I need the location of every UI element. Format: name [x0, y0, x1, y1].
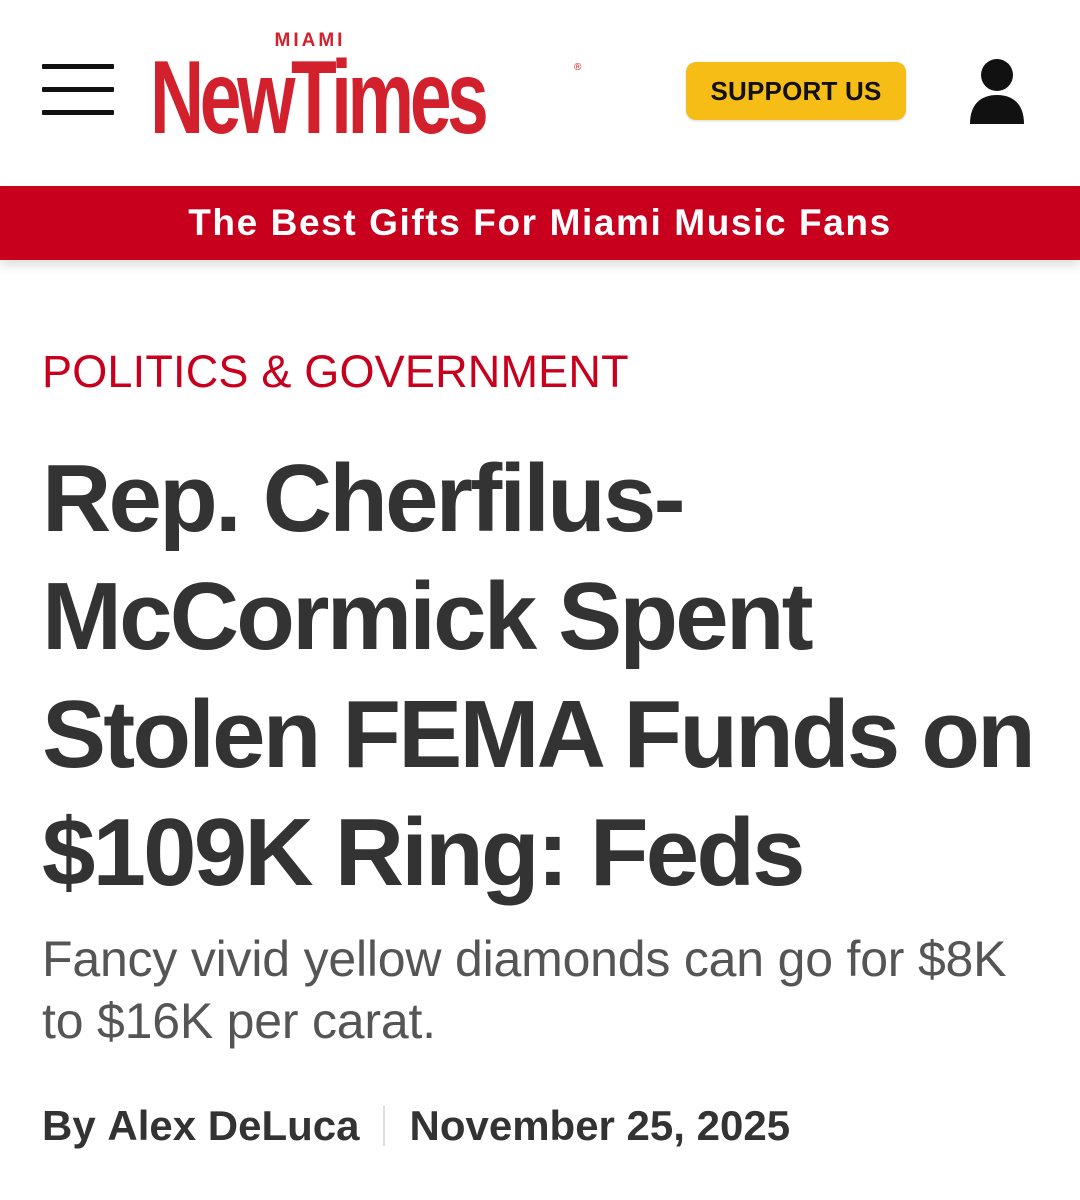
article-byline: By Alex DeLuca November 25, 2025	[42, 1098, 790, 1154]
page: MIAMI NewTimes ® SUPPORT US The Best Gif…	[0, 0, 1080, 1200]
promo-link[interactable]: The Best Gifts For Miami Music Fans	[188, 202, 892, 244]
menu-line	[42, 64, 114, 69]
byline-divider	[383, 1106, 386, 1146]
publish-date: November 25, 2025	[409, 1102, 791, 1149]
user-account-icon[interactable]	[968, 58, 1026, 124]
menu-line	[42, 87, 114, 92]
logo-registered-mark: ®	[574, 62, 582, 73]
promo-banner: The Best Gifts For Miami Music Fans	[0, 186, 1080, 260]
logo-wordmark: NewTimes	[150, 40, 489, 156]
article-category[interactable]: POLITICS & GOVERNMENT	[42, 346, 629, 398]
menu-line	[42, 110, 114, 115]
hamburger-menu-icon[interactable]	[42, 64, 114, 116]
author-link[interactable]: Alex DeLuca	[107, 1102, 359, 1150]
site-header: MIAMI NewTimes ® SUPPORT US	[0, 0, 1080, 186]
support-us-button[interactable]: SUPPORT US	[686, 62, 906, 120]
byline-prefix: By	[42, 1102, 96, 1149]
article-headline: Rep. Cherfilus-McCormick Spent Stolen FE…	[42, 445, 1036, 906]
site-logo[interactable]: MIAMI NewTimes ®	[150, 30, 590, 156]
article-dek: Fancy vivid yellow diamonds can go for $…	[42, 931, 1007, 1049]
